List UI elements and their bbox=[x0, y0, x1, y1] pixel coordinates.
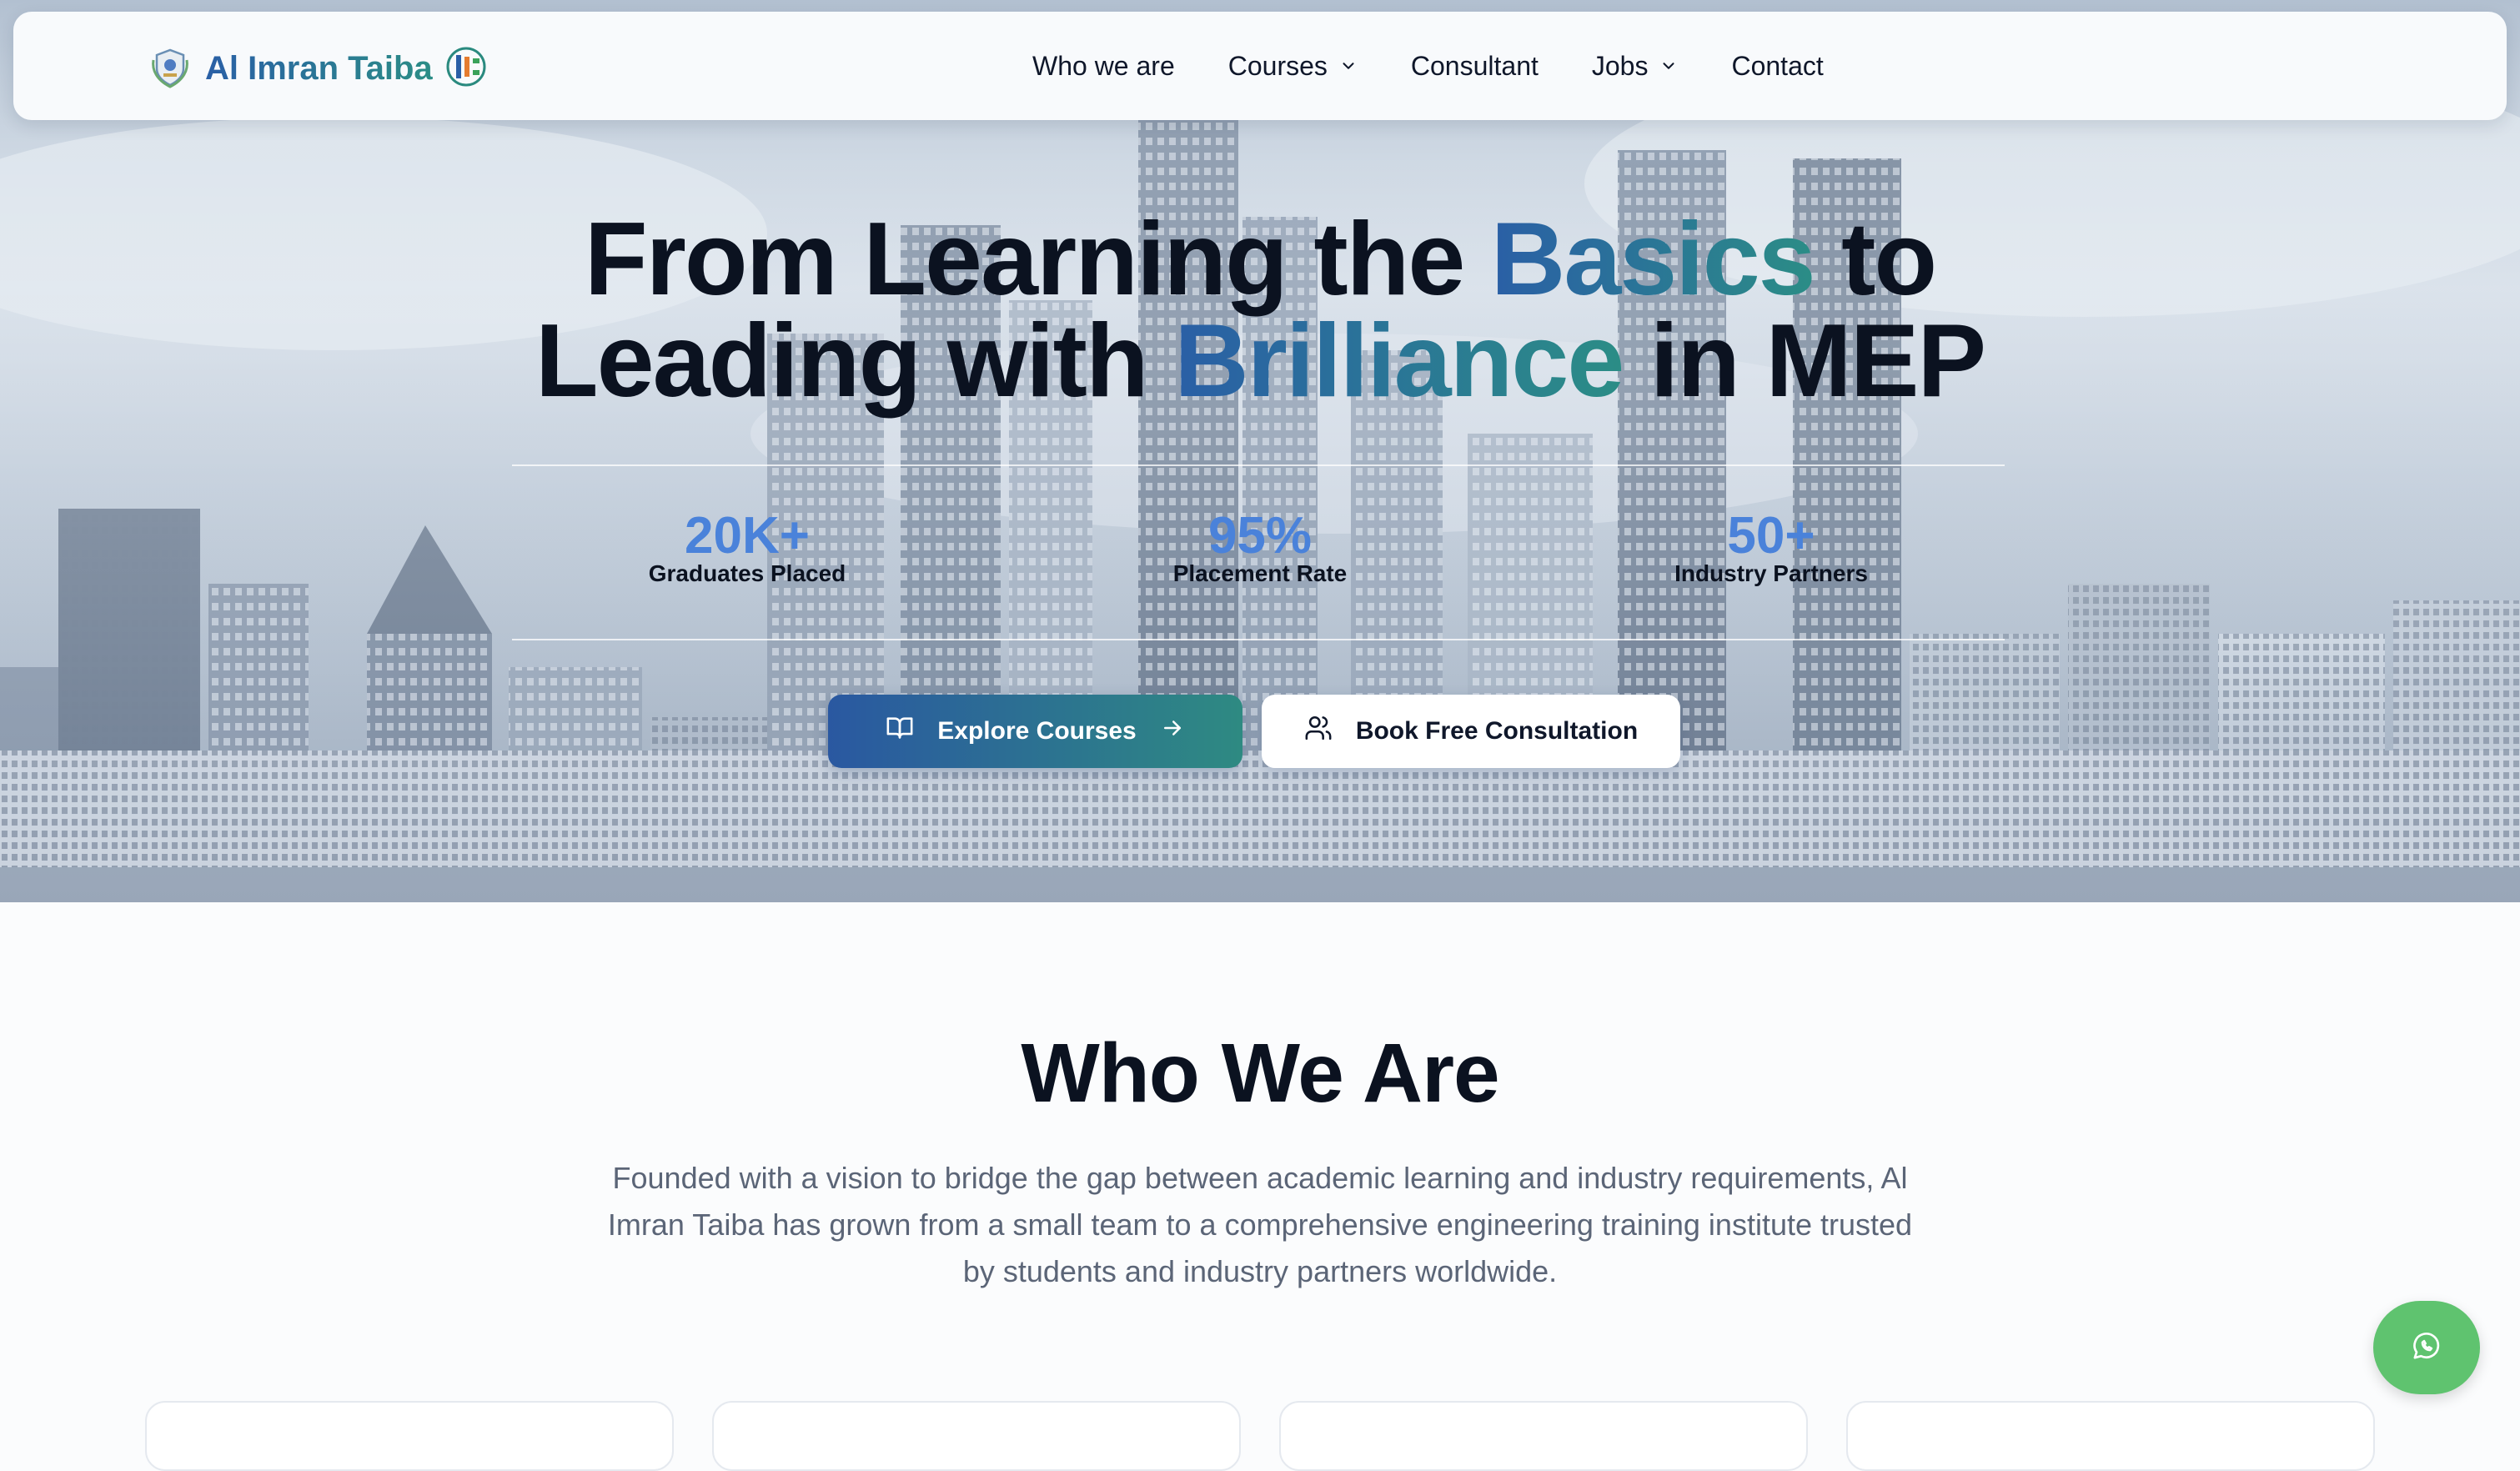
book-consultation-label: Book Free Consultation bbox=[1355, 717, 1639, 745]
brand-logo[interactable]: Al Imran Taiba bbox=[147, 45, 488, 92]
book-consultation-button[interactable]: Book Free Consultation bbox=[1262, 695, 1680, 768]
headline-highlight-brilliance: Brilliance bbox=[1174, 304, 1624, 419]
stat-label: Placement Rate bbox=[1172, 560, 1348, 586]
explore-courses-button[interactable]: Explore Courses bbox=[828, 695, 1242, 768]
section-description: Founded with a vision to bridge the gap … bbox=[607, 1161, 1913, 1288]
stats-bottom-divider bbox=[512, 639, 2005, 640]
chevron-down-icon bbox=[1659, 51, 1678, 82]
stat-graduates: 20K+ Graduates Placed bbox=[539, 507, 956, 587]
stat-value: 20K+ bbox=[685, 507, 810, 565]
headline-text: to bbox=[1814, 202, 1937, 317]
users-icon bbox=[1304, 714, 1333, 749]
feature-card bbox=[712, 1401, 1241, 1471]
nav-item-contact[interactable]: Contact bbox=[1731, 51, 1823, 82]
stat-placement-rate: 95% Placement Rate bbox=[1052, 507, 1468, 587]
nav-item-label: Who we are bbox=[1032, 50, 1175, 81]
book-open-icon bbox=[886, 714, 914, 749]
headline-highlight-basics: Basics bbox=[1490, 202, 1816, 317]
stat-industry-partners: 50+ Industry Partners bbox=[1563, 507, 1980, 587]
hero-headline: From Learning the Basics to Leading with… bbox=[0, 208, 2520, 413]
whatsapp-chat-button[interactable] bbox=[2373, 1301, 2480, 1394]
nav-item-label: Contact bbox=[1731, 50, 1824, 81]
section-title: Who We Are bbox=[1021, 1027, 1499, 1120]
whatsapp-icon bbox=[2410, 1329, 2443, 1367]
stats-top-divider bbox=[512, 464, 2005, 466]
nav-item-jobs[interactable]: Jobs bbox=[1592, 51, 1679, 82]
chevron-down-icon bbox=[1339, 51, 1358, 82]
stat-label: Graduates Placed bbox=[648, 560, 846, 586]
hero-overlay bbox=[0, 0, 2520, 902]
nav-item-courses[interactable]: Courses bbox=[1228, 51, 1358, 82]
stat-value: 95% bbox=[1207, 507, 1313, 565]
feature-card bbox=[1279, 1401, 1808, 1471]
headline-text: From Learning the bbox=[584, 202, 1491, 317]
nav-item-consultant[interactable]: Consultant bbox=[1411, 51, 1539, 82]
crest-logo-icon bbox=[147, 43, 193, 94]
top-navbar: Al Imran Taiba Who we are Courses Consul… bbox=[13, 12, 2507, 120]
nav-item-label: Consultant bbox=[1410, 50, 1539, 81]
nav-item-label: Courses bbox=[1227, 50, 1328, 81]
headline-text: in MEP bbox=[1623, 304, 1986, 419]
nav-links: Who we are Courses Consultant Jobs Conta… bbox=[1032, 12, 1824, 120]
stat-label: Industry Partners bbox=[1674, 560, 1868, 586]
feature-card bbox=[145, 1401, 674, 1471]
feature-card bbox=[1846, 1401, 2375, 1471]
explore-courses-label: Explore Courses bbox=[937, 717, 1137, 745]
monogram-logo-icon bbox=[444, 45, 488, 93]
brand-name: Al Imran Taiba bbox=[205, 49, 433, 87]
hero-section: From Learning the Basics to Leading with… bbox=[0, 0, 2520, 902]
headline-text: Leading with bbox=[535, 304, 1175, 419]
arrow-right-icon bbox=[1160, 715, 1185, 747]
nav-item-who-we-are[interactable]: Who we are bbox=[1032, 51, 1175, 82]
stat-value: 50+ bbox=[1727, 507, 1815, 565]
nav-item-label: Jobs bbox=[1591, 50, 1649, 81]
